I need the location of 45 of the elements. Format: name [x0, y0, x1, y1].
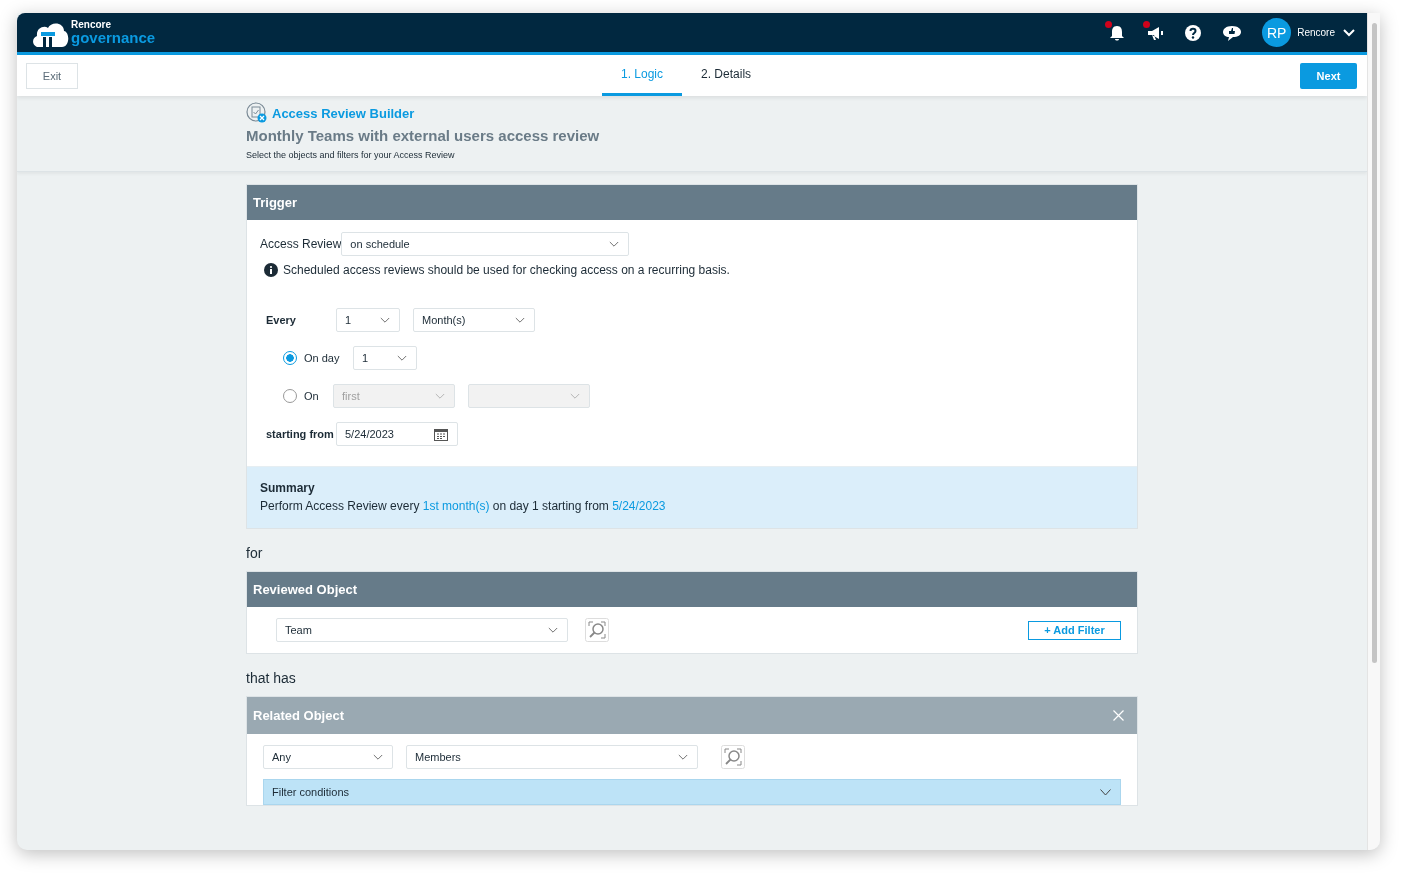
logo-product: governance: [71, 30, 156, 45]
feedback-icon[interactable]: [1222, 23, 1243, 42]
notification-dot: [1143, 20, 1151, 28]
info-icon: [264, 263, 278, 277]
page-description: Select the objects and filters for your Access Review: [246, 150, 456, 160]
dropdown[interactable]: 1: [353, 346, 417, 370]
dropdown[interactable]: 1: [336, 308, 400, 332]
summary-text: Perform Access Review every 1st month(s) on day 1 starting from 5/24/2023: [260, 499, 667, 513]
panel-title: Reviewed Object: [253, 582, 358, 597]
builder-title: Access Review Builder: [272, 105, 415, 121]
info-text: Scheduled access reviews should be used for checking access on a recurring basis.: [283, 263, 730, 277]
bell-icon[interactable]: [1108, 23, 1127, 42]
panel-title: Related Object: [253, 708, 345, 723]
exit-button[interactable]: Exit: [26, 62, 78, 89]
logo-name: Rencore: [71, 20, 112, 30]
filter-title: Filter conditions: [272, 786, 350, 798]
connector-text: for: [246, 545, 264, 561]
step-tab[interactable]: 2. Details: [682, 55, 771, 96]
dropdown[interactable]: Any: [263, 745, 393, 769]
field-label: Every: [266, 314, 297, 326]
dropdown[interactable]: Team: [276, 618, 568, 642]
radio-button[interactable]: [283, 351, 297, 365]
dropdown[interactable]: Month(s): [413, 308, 535, 332]
page-title: Monthly Teams with external users access review: [246, 127, 601, 144]
calendar-icon[interactable]: [434, 427, 448, 441]
field-label: starting from: [266, 428, 335, 440]
dropdown[interactable]: on schedule: [341, 232, 630, 256]
connector-text: that has: [246, 670, 297, 686]
date-field[interactable]: 5/24/2023: [336, 422, 458, 446]
search-icon[interactable]: [585, 618, 609, 642]
help-icon[interactable]: [1184, 23, 1203, 42]
radio-button[interactable]: [283, 389, 297, 403]
summary-title: Summary: [260, 481, 316, 495]
field-label: Access Review: [260, 237, 342, 251]
checklist-icon: [246, 102, 268, 124]
notification-dot: [1105, 20, 1113, 28]
panel-title: Trigger: [253, 195, 298, 210]
dropdown[interactable]: Members: [406, 745, 698, 769]
option-label: On day: [304, 352, 341, 364]
filter-conditions-bar[interactable]: Filter conditions: [263, 779, 1121, 805]
option-label: On: [304, 390, 320, 402]
scrollbar-thumb[interactable]: [1372, 23, 1377, 663]
search-icon[interactable]: [721, 745, 745, 769]
close-icon[interactable]: [1113, 710, 1124, 721]
user-name[interactable]: Rencore: [1297, 27, 1335, 38]
